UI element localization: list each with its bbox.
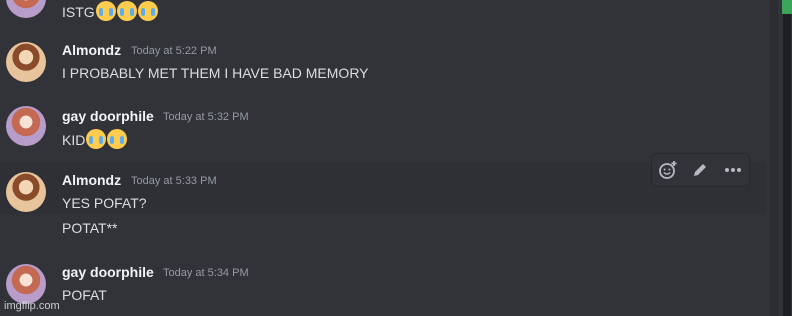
message-content: YES POFAT? xyxy=(62,195,147,211)
avatar[interactable] xyxy=(6,264,46,304)
loudly-crying-emoji-icon xyxy=(86,129,107,149)
loudly-crying-emoji-icon xyxy=(107,129,128,149)
message-item: gay doorphile Today at 5:34 PM POFAT xyxy=(0,256,766,316)
message-text: ISTG xyxy=(62,4,95,20)
message-item: ISTG xyxy=(0,0,766,21)
message-content: I PROBABLY MET THEM I HAVE BAD MEMORY xyxy=(62,65,369,81)
username[interactable]: gay doorphile xyxy=(62,108,154,124)
more-options-button[interactable] xyxy=(720,157,746,183)
message-item: POTAT** xyxy=(0,214,766,240)
edit-icon xyxy=(694,164,707,176)
watermark: imgflip.com xyxy=(4,300,60,312)
message-item: Almondz Today at 5:22 PM I PROBABLY MET … xyxy=(0,36,766,88)
add-reaction-icon xyxy=(659,161,677,179)
message-content: POFAT xyxy=(62,287,107,303)
more-options-icon xyxy=(724,168,741,172)
message-text: KID xyxy=(62,132,86,148)
username[interactable]: Almondz xyxy=(62,172,121,188)
timestamp[interactable]: Today at 5:33 PM xyxy=(131,175,217,187)
message-actions-toolbar xyxy=(651,153,750,187)
timestamp[interactable]: Today at 5:32 PM xyxy=(163,111,249,123)
scrollbar[interactable] xyxy=(783,14,791,316)
loudly-crying-emoji-icon xyxy=(137,1,158,21)
message-content: ISTG xyxy=(62,1,158,21)
timestamp[interactable]: Today at 5:34 PM xyxy=(163,267,249,279)
unread-indicator xyxy=(782,0,792,14)
avatar[interactable] xyxy=(6,172,46,212)
scrollbar-track[interactable] xyxy=(770,0,778,316)
message-content: KID xyxy=(62,129,128,149)
username[interactable]: gay doorphile xyxy=(62,264,154,280)
avatar[interactable] xyxy=(6,0,46,18)
message-content: POTAT** xyxy=(62,220,118,236)
loudly-crying-emoji-icon xyxy=(116,1,137,21)
username[interactable]: Almondz xyxy=(62,42,121,58)
timestamp[interactable]: Today at 5:22 PM xyxy=(131,45,217,57)
add-reaction-button[interactable] xyxy=(655,157,681,183)
edit-button[interactable] xyxy=(687,157,713,183)
message-item: gay doorphile Today at 5:32 PM KID xyxy=(0,100,766,152)
avatar[interactable] xyxy=(6,42,46,82)
avatar[interactable] xyxy=(6,106,46,146)
loudly-crying-emoji-icon xyxy=(95,1,116,21)
